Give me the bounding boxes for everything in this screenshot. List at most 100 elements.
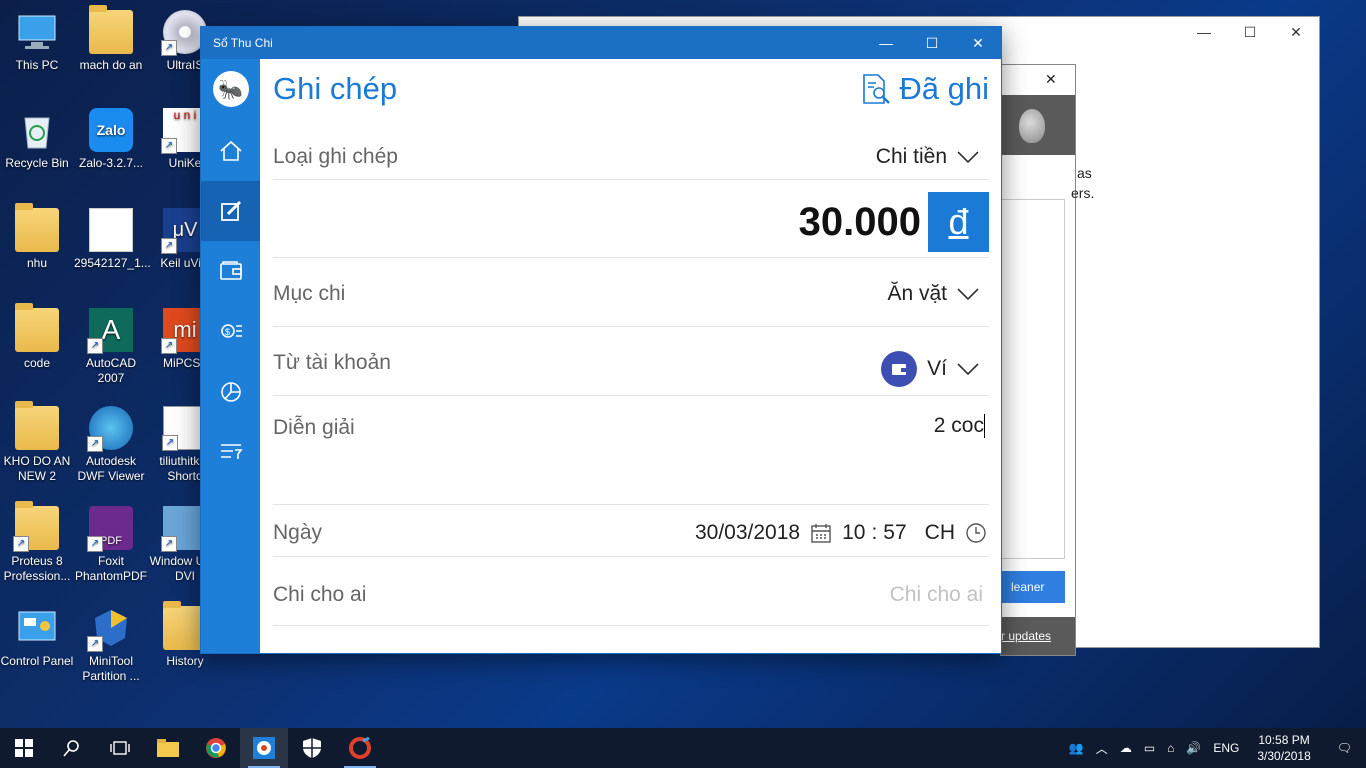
minimize-button[interactable]: — — [863, 27, 909, 59]
date-row: Ngày 30/03/2018 10 : 57 CH — [273, 505, 989, 557]
taskbar-ccleaner[interactable] — [336, 728, 384, 768]
pear-logo-icon — [1019, 109, 1045, 143]
maximize-icon[interactable]: ☐ — [1227, 17, 1273, 47]
file-icon — [15, 303, 59, 352]
search-button[interactable] — [48, 728, 96, 768]
battery-icon[interactable]: ▭ — [1138, 741, 1161, 755]
time-period[interactable]: CH — [925, 521, 955, 545]
onedrive-icon[interactable]: ☁ — [1114, 741, 1138, 755]
description-row: Diễn giải — [273, 396, 989, 505]
payee-row: Chi cho ai — [273, 557, 989, 626]
desktop-icon-control-panel[interactable]: Control Panel — [0, 606, 74, 669]
chevron-up-icon[interactable]: ︿ — [1090, 740, 1114, 757]
close-icon[interactable]: ✕ — [1045, 71, 1057, 88]
people-icon[interactable]: 👥 — [1063, 741, 1090, 755]
sidebar-item-tools[interactable] — [201, 421, 260, 481]
svg-text:$: $ — [225, 327, 230, 337]
desktop-icon-kho-do-an[interactable]: KHO DO AN NEW 2 — [0, 401, 74, 484]
computer-icon — [15, 10, 59, 54]
history-button[interactable]: Đã ghi — [861, 71, 989, 107]
background-window-cleaner[interactable]: ✕ as ers. leaner r updates — [1000, 64, 1094, 656]
taskbar-chrome[interactable] — [192, 728, 240, 768]
app-logo-icon: 🐜 — [212, 71, 249, 107]
chevron-down-icon — [957, 151, 979, 164]
search-icon — [63, 740, 79, 757]
account-dropdown[interactable]: Ví — [881, 351, 979, 387]
time-hour[interactable]: 10 — [842, 521, 865, 545]
desktop-icon-zalo[interactable]: Zalo Zalo-3.2.7... — [74, 108, 148, 171]
dwf-icon — [87, 406, 133, 452]
amount-input[interactable]: 30.000 — [799, 200, 921, 245]
close-button[interactable]: ✕ — [955, 27, 1001, 59]
ccleaner-icon — [349, 737, 371, 759]
network-icon[interactable]: ⌂ — [1161, 741, 1180, 755]
desktop-icon-foxit[interactable]: PDF Foxit PhantomPDF — [74, 506, 148, 584]
desktop-icon-code[interactable]: code — [0, 303, 74, 371]
time-separator: : — [871, 521, 878, 544]
maximize-button[interactable]: ☐ — [909, 27, 955, 59]
record-type-dropdown[interactable]: Chi tiền — [876, 145, 979, 169]
chevron-down-icon — [957, 363, 979, 376]
close-icon[interactable]: ✕ — [1273, 17, 1319, 47]
time-minute[interactable]: 57 — [883, 521, 906, 545]
desktop-icon-image[interactable]: 29542127_1... — [74, 208, 151, 271]
currency-button[interactable]: đ — [928, 192, 989, 252]
desktop-icon-nhu[interactable]: nhu — [0, 203, 74, 271]
desktop-icon-autocad[interactable]: A AutoCAD 2007 — [74, 308, 148, 386]
wallet-icon — [881, 351, 918, 387]
wallet-icon — [219, 261, 242, 280]
image-icon — [89, 208, 133, 252]
category-row[interactable]: Mục chi Ăn vặt — [273, 258, 989, 327]
app-logo-icon — [253, 737, 275, 759]
taskbar-defender[interactable] — [288, 728, 336, 768]
task-view-button[interactable] — [96, 728, 144, 768]
payee-input[interactable] — [723, 583, 983, 607]
desktop-icon-this-pc[interactable]: This PC — [0, 10, 74, 73]
account-row[interactable]: Từ tài khoản Ví — [273, 327, 989, 396]
desktop-icon-recycle-bin[interactable]: Recycle Bin — [0, 108, 74, 171]
clock-icon[interactable] — [965, 522, 987, 544]
sidebar: 🐜 $ — [201, 59, 260, 653]
start-button[interactable] — [0, 728, 48, 768]
clean-button[interactable]: leaner — [1001, 571, 1065, 603]
title-bar[interactable]: Sổ Thu Chi — ☐ ✕ — [201, 27, 1001, 59]
pdf-icon: PDF — [87, 506, 133, 552]
clock[interactable]: 10:58 PM 3/30/2018 — [1245, 732, 1322, 764]
content-box — [1001, 199, 1065, 559]
sidebar-item-money[interactable]: $ — [201, 301, 260, 361]
notification-icon[interactable]: 🗨 — [1323, 741, 1366, 755]
minitool-icon — [87, 606, 133, 652]
sidebar-item-record[interactable] — [201, 181, 260, 241]
description-input[interactable] — [685, 414, 985, 438]
system-tray: 👥 ︿ ☁ ▭ ⌂ 🔊 ENG 10:58 PM 3/30/2018 🗨 — [1063, 728, 1366, 768]
taskbar-so-thu-chi[interactable] — [240, 728, 288, 768]
desktop-icon-mach-do-an[interactable]: mach do an — [74, 5, 148, 73]
desktop-icon-dwf-viewer[interactable]: Autodesk DWF Viewer — [74, 406, 148, 484]
folder-icon — [15, 401, 59, 450]
folder-icon — [13, 501, 59, 552]
taskbar-file-explorer[interactable] — [144, 728, 192, 768]
date-value[interactable]: 30/03/2018 — [695, 521, 800, 545]
shield-icon — [303, 738, 321, 758]
sidebar-item-wallet[interactable] — [201, 241, 260, 301]
category-label: Mục chi — [273, 282, 346, 305]
windows-logo-icon — [15, 739, 33, 757]
search-document-icon — [863, 74, 891, 104]
minimize-icon[interactable]: — — [1181, 17, 1227, 47]
record-type-row[interactable]: Loại ghi chép Chi tiền — [273, 119, 989, 180]
language-indicator[interactable]: ENG — [1207, 741, 1245, 755]
folder-icon — [89, 5, 133, 54]
sidebar-item-report[interactable] — [201, 361, 260, 421]
calendar-icon[interactable] — [810, 522, 832, 544]
desktop-icon-minitool[interactable]: MiniTool Partition ... — [74, 606, 148, 684]
category-dropdown[interactable]: Ăn vặt — [887, 282, 979, 306]
updates-link[interactable]: r updates — [1001, 617, 1075, 655]
sidebar-item-home[interactable] — [201, 121, 260, 181]
chevron-down-icon — [957, 288, 979, 301]
recycle-bin-icon — [15, 108, 59, 152]
volume-icon[interactable]: 🔊 — [1180, 741, 1207, 755]
desktop-icon-proteus[interactable]: Proteus 8 Profession... — [0, 501, 74, 584]
amount-row: 30.000 đ — [273, 180, 989, 258]
app-window[interactable]: Sổ Thu Chi — ☐ ✕ 🐜 $ Ghi chép Đã ghi Loạ… — [200, 26, 1002, 654]
payee-label: Chi cho ai — [273, 583, 367, 606]
